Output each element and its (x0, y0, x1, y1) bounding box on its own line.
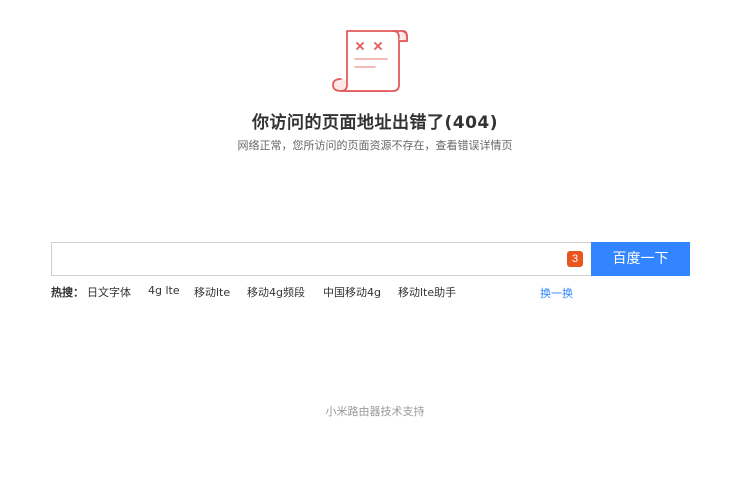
hot-search-item[interactable]: 中国移动4g (323, 284, 381, 300)
hot-search-item[interactable]: 移动lte助手 (398, 284, 456, 300)
hot-search-label: 热搜： (51, 286, 84, 299)
refresh-hot-search-link[interactable]: 换一换 (540, 285, 573, 301)
hot-search-item[interactable]: 4g lte (148, 284, 180, 297)
search-button[interactable]: 百度一下 (591, 242, 690, 276)
error-subtitle: 网络正常，您所访问的页面资源不存在，查看错误详情页 (237, 139, 513, 152)
hot-search-item[interactable]: 移动4g频段 (247, 284, 305, 300)
hot-search-item[interactable]: 移动lte (194, 284, 230, 300)
error-title: 你访问的页面地址出错了(404) (251, 113, 499, 133)
error-scroll-icon (332, 30, 408, 92)
hot-search-item[interactable]: 日文字体 (87, 284, 131, 300)
footer-support-text: 小米路由器技术支持 (325, 405, 425, 418)
search-input[interactable] (60, 245, 560, 273)
search-box: 3 (51, 242, 591, 276)
search-count-badge: 3 (567, 251, 583, 267)
